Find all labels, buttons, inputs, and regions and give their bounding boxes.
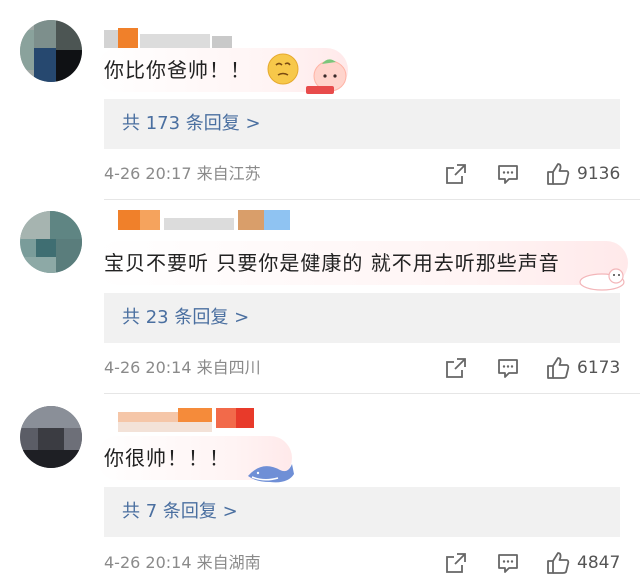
reply-box[interactable]: 共 7 条回复 >	[104, 487, 620, 537]
thumbs-up-icon[interactable]	[545, 550, 571, 576]
like-count: 4847	[577, 553, 621, 573]
reply-count-link[interactable]: 共 7 条回复 >	[122, 487, 238, 537]
comment-item: 你很帅！！！ 共 7 条回复 > 4-26 20:14 来自湖南 4847	[0, 0, 640, 588]
avatar[interactable]	[20, 406, 82, 468]
comment-meta: 4-26 20:14 来自湖南	[104, 553, 261, 572]
comment-text: 你很帅！！！	[104, 446, 230, 470]
share-icon[interactable]	[444, 551, 468, 575]
comment-icon[interactable]	[496, 551, 520, 575]
username-blurred[interactable]	[104, 408, 254, 432]
whale-sticker-icon	[248, 464, 294, 483]
